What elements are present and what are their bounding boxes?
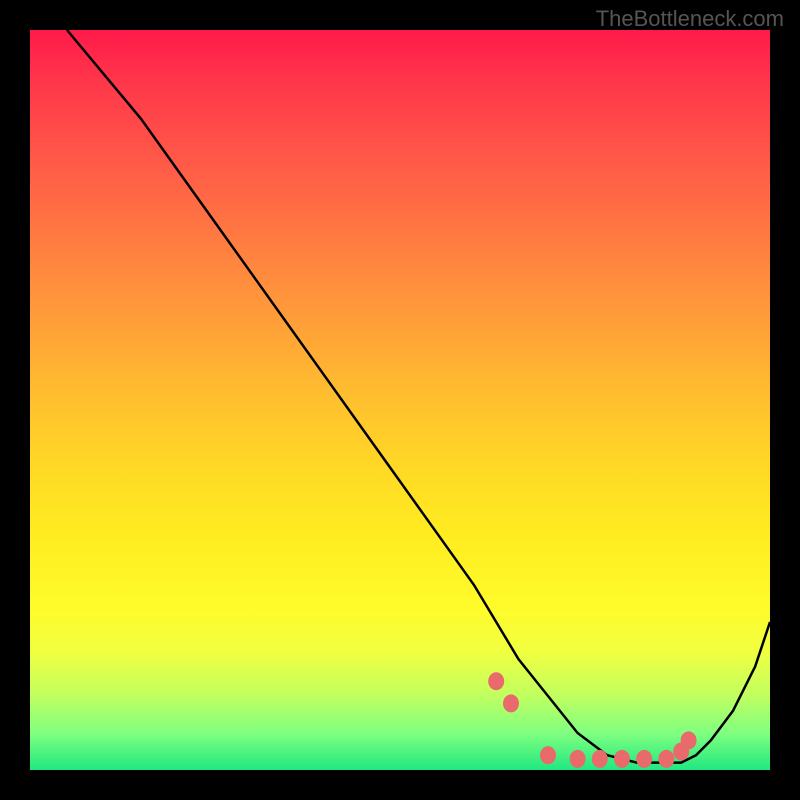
marker-point [614, 750, 630, 768]
watermark-text: TheBottleneck.com [596, 6, 784, 32]
curve-group [67, 30, 770, 763]
marker-point [658, 750, 674, 768]
marker-point [636, 750, 652, 768]
chart-plot-area [30, 30, 770, 770]
bottleneck-curve [67, 30, 770, 763]
marker-point [570, 750, 586, 768]
chart-svg [30, 30, 770, 770]
marker-point [592, 750, 608, 768]
marker-point [503, 694, 519, 712]
markers-group [488, 672, 696, 768]
marker-point [540, 746, 556, 764]
marker-point [681, 731, 697, 749]
marker-point [488, 672, 504, 690]
